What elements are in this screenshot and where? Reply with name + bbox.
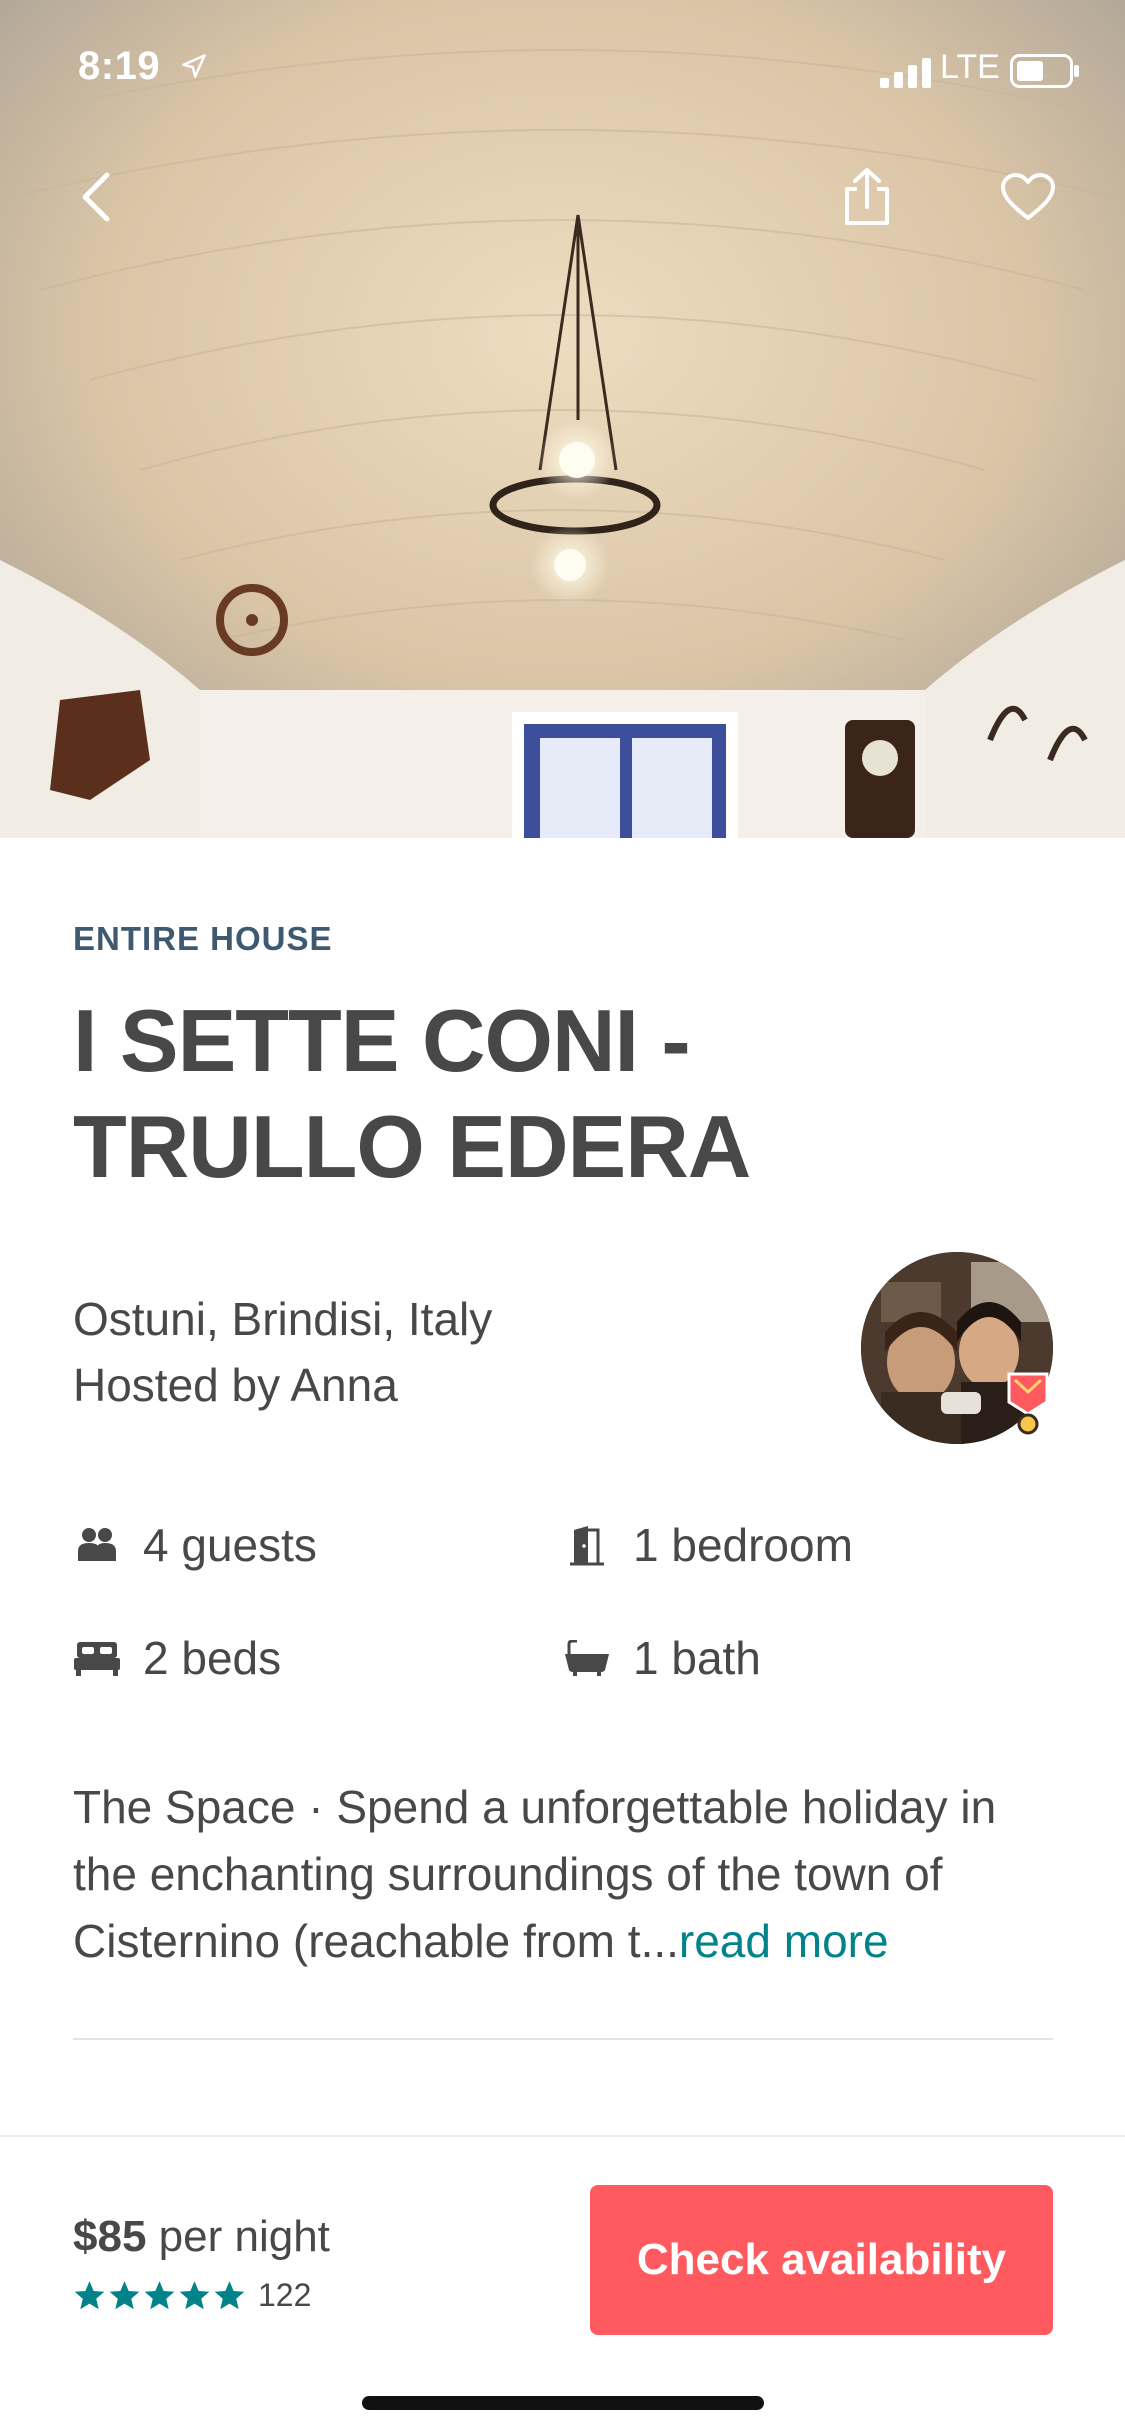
read-more-link[interactable]: read more — [679, 1915, 889, 1967]
listing-title: I SETTE CONI - TRULLO EDERA — [73, 988, 1053, 1200]
bedroom-door-icon — [563, 1523, 611, 1567]
room-type-label: ENTIRE HOUSE — [73, 920, 333, 957]
listing-location: Ostuni, Brindisi, Italy — [73, 1293, 493, 1345]
star-icon — [179, 2281, 210, 2310]
star-icon — [214, 2281, 245, 2310]
amenities-grid: 4 guests 1 bedroom 2 beds 1 bath — [73, 1518, 1053, 1698]
price-amount: $85 — [73, 2212, 147, 2261]
host-name: Hosted by Anna — [73, 1359, 398, 1411]
back-button[interactable] — [62, 162, 132, 232]
amenity-guests: 4 guests — [73, 1518, 317, 1572]
amenity-beds-label: 2 beds — [143, 1632, 282, 1684]
home-indicator[interactable] — [362, 2396, 764, 2410]
price-unit: per night — [158, 2212, 330, 2261]
star-icon — [109, 2281, 140, 2310]
listing-title-line-2: TRULLO EDERA — [73, 1097, 751, 1196]
location-host-block: Ostuni, Brindisi, Italy Hosted by Anna — [73, 1286, 492, 1418]
amenity-bedroom: 1 bedroom — [563, 1518, 853, 1572]
carrier-label: LTE — [940, 48, 1000, 86]
listing-title-line-1: I SETTE CONI - — [73, 991, 691, 1090]
share-button[interactable] — [832, 162, 902, 232]
booking-bar: $85 per night 122 Check availability — [0, 2135, 1125, 2436]
check-availability-button[interactable]: Check availability — [590, 2185, 1053, 2335]
status-bar: 8:19 LTE — [0, 0, 1125, 130]
heart-icon — [1001, 173, 1055, 220]
star-icon — [74, 2281, 105, 2310]
chevron-left-icon — [82, 172, 110, 222]
bathtub-icon — [563, 1636, 611, 1680]
star-icon — [144, 2281, 175, 2310]
save-button[interactable] — [993, 162, 1063, 232]
share-icon — [845, 168, 889, 225]
review-count: 122 — [258, 2277, 312, 2313]
guests-icon — [73, 1523, 121, 1567]
status-time: 8:19 — [78, 44, 161, 88]
battery-icon — [1010, 54, 1080, 93]
location-arrow-icon — [180, 52, 208, 85]
section-divider — [73, 2038, 1053, 2040]
listing-hero-photo[interactable]: 8:19 LTE — [0, 0, 1125, 838]
rating-stars[interactable]: 122 — [73, 2277, 311, 2314]
nightly-price: $85 per night — [73, 2212, 330, 2262]
listing-description: The Space · Spend a unforgettable holida… — [73, 1774, 1063, 1975]
amenity-bath: 1 bath — [563, 1631, 761, 1685]
cell-signal-icon — [880, 56, 936, 93]
amenity-bath-label: 1 bath — [633, 1632, 761, 1684]
amenity-bedroom-label: 1 bedroom — [633, 1519, 853, 1571]
superhost-badge-icon[interactable] — [1007, 1372, 1049, 1436]
bed-icon — [73, 1636, 121, 1680]
amenity-guests-label: 4 guests — [143, 1519, 317, 1571]
amenity-beds: 2 beds — [73, 1631, 281, 1685]
